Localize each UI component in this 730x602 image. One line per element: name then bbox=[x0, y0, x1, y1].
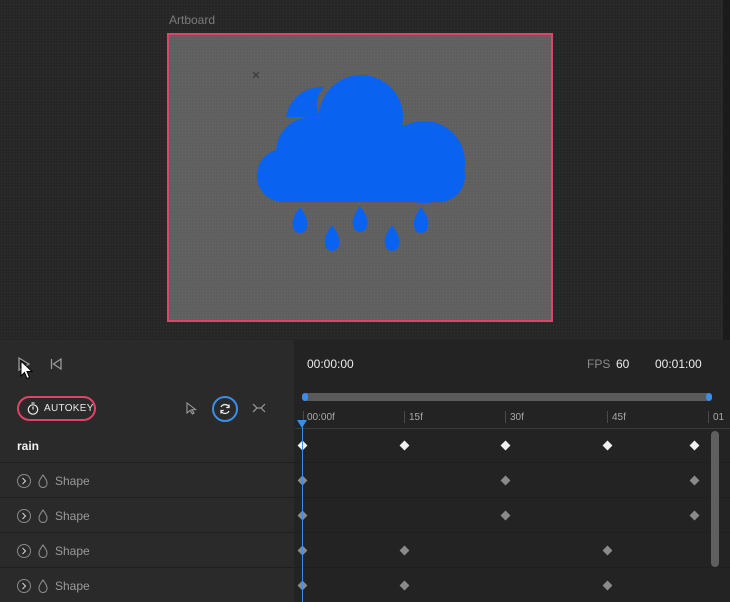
layer-row-shape[interactable]: Shape bbox=[17, 506, 90, 526]
duration-field[interactable]: 00:01:00 bbox=[655, 357, 702, 371]
chevron-right-icon bbox=[22, 582, 27, 590]
layer-label: Shape bbox=[55, 474, 90, 488]
ruler-label: 15f bbox=[409, 412, 423, 423]
stage-gutter bbox=[723, 0, 730, 340]
loop-icon bbox=[220, 403, 230, 415]
ruler-label: 30f bbox=[510, 412, 524, 423]
expand-toggle[interactable] bbox=[17, 544, 31, 558]
shape-drop-icon bbox=[38, 579, 48, 593]
layer-label: Shape bbox=[55, 509, 90, 523]
layer-row-shape[interactable]: Shape bbox=[17, 576, 90, 596]
ruler-label: 45f bbox=[612, 412, 626, 423]
ruler-tick bbox=[607, 411, 608, 423]
work-area-end-handle[interactable] bbox=[706, 393, 712, 401]
shape-drop-icon bbox=[38, 474, 48, 488]
chevron-right-icon bbox=[22, 512, 27, 520]
layer-rain[interactable]: rain bbox=[17, 439, 39, 453]
fps-label: FPS bbox=[587, 357, 611, 371]
artboard-label: Artboard bbox=[169, 13, 216, 27]
ruler-tick bbox=[708, 411, 709, 423]
stopwatch-icon bbox=[27, 402, 39, 415]
timeline-panel: AUTOKEY 00:00:00 FPS 60 00:01:00 bbox=[0, 340, 730, 602]
layer-label: Shape bbox=[55, 544, 90, 558]
pingpong-icon bbox=[252, 403, 266, 413]
row-divider bbox=[0, 532, 730, 533]
layer-label: Shape bbox=[55, 579, 90, 593]
layer-row-shape[interactable]: Shape bbox=[17, 471, 90, 491]
artboard[interactable] bbox=[167, 33, 553, 322]
work-area-start-handle[interactable] bbox=[302, 393, 308, 401]
origin-marker-icon bbox=[252, 71, 260, 79]
skip-to-start-icon bbox=[50, 358, 62, 370]
loop-button[interactable] bbox=[212, 396, 238, 422]
ruler-label: 00:00f bbox=[307, 412, 335, 423]
expand-toggle[interactable] bbox=[17, 474, 31, 488]
row-divider bbox=[0, 567, 730, 568]
playhead-line[interactable] bbox=[302, 427, 303, 602]
current-time-field[interactable]: 00:00:00 bbox=[307, 357, 354, 371]
ruler-tick bbox=[505, 411, 506, 423]
autokey-button[interactable]: AUTOKEY bbox=[17, 396, 96, 421]
pingpong-button[interactable] bbox=[251, 400, 267, 416]
row-divider bbox=[0, 497, 730, 498]
timeline-tracks-panel bbox=[294, 340, 730, 602]
shape-drop-icon bbox=[38, 544, 48, 558]
row-divider bbox=[0, 462, 730, 463]
expand-toggle[interactable] bbox=[17, 509, 31, 523]
fps-value[interactable]: 60 bbox=[616, 357, 629, 371]
chevron-right-icon bbox=[22, 547, 27, 555]
layer-row-shape[interactable]: Shape bbox=[17, 541, 90, 561]
shape-drop-icon bbox=[38, 509, 48, 523]
ruler-tick bbox=[404, 411, 405, 423]
ruler-label: 01 bbox=[713, 412, 725, 423]
tracks-scrollbar[interactable] bbox=[711, 431, 719, 567]
cloud-rain-moon-icon[interactable] bbox=[169, 35, 551, 320]
chevron-right-icon bbox=[22, 477, 27, 485]
select-tool-button[interactable] bbox=[183, 400, 199, 416]
ruler-baseline bbox=[295, 428, 730, 429]
skip-to-start-button[interactable] bbox=[46, 354, 66, 374]
pointer-icon bbox=[185, 401, 197, 415]
expand-toggle[interactable] bbox=[17, 579, 31, 593]
autokey-label: AUTOKEY bbox=[44, 403, 94, 414]
work-area-scrollbar[interactable] bbox=[302, 393, 711, 401]
mouse-cursor-icon bbox=[20, 360, 34, 380]
